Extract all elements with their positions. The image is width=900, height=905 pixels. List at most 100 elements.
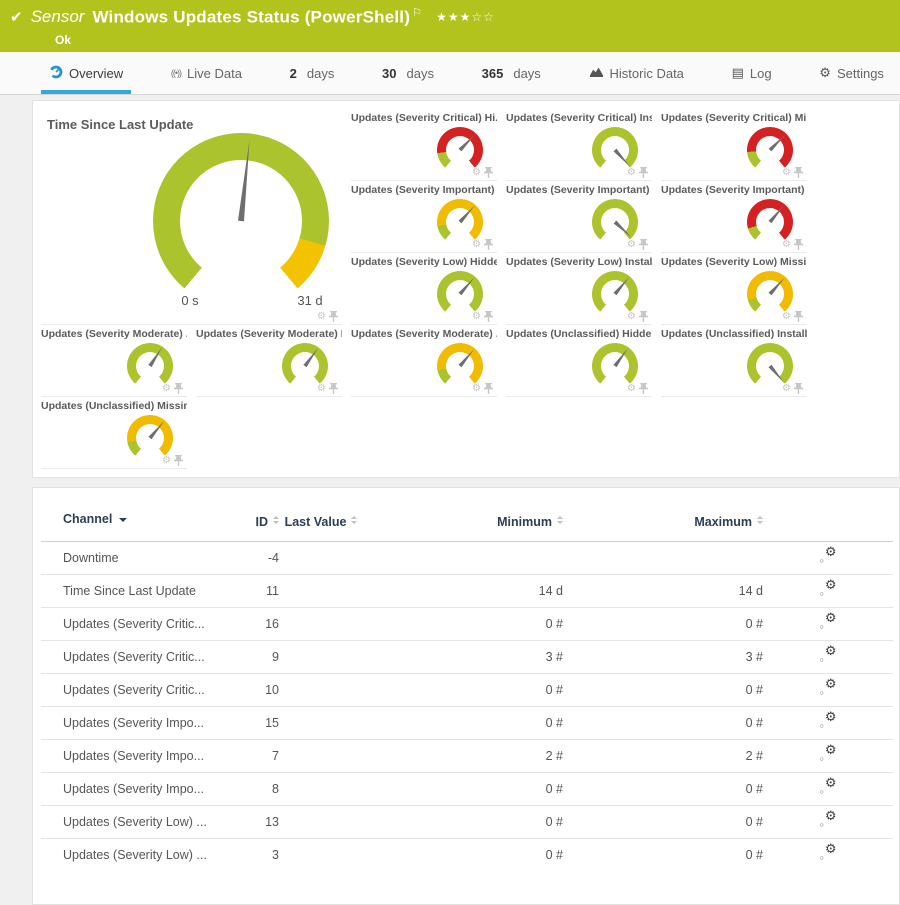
channel-name-cell[interactable]: Updates (Severity Impo... (41, 773, 231, 806)
pin-icon[interactable] (639, 239, 648, 250)
channel-settings-icon[interactable]: ⚙○ (820, 582, 837, 597)
channel-settings-icon[interactable]: ⚙○ (820, 846, 837, 861)
pin-icon[interactable] (639, 383, 648, 394)
pin-icon[interactable] (794, 239, 803, 250)
channel-settings-icon[interactable]: ⚙○ (820, 549, 837, 564)
gauge-tools: ⚙ (317, 383, 338, 394)
channel-name-cell[interactable]: Updates (Severity Critic... (41, 608, 231, 641)
sensor-tabbar: Overview ((•)) Live Data 2 days 30 days … (0, 52, 900, 95)
gauge-settings-icon[interactable]: ⚙ (472, 239, 481, 250)
channel-name-cell[interactable]: Updates (Severity Critic... (41, 674, 231, 707)
pin-icon[interactable] (794, 383, 803, 394)
column-header-maximum[interactable]: Maximum (563, 512, 763, 542)
gauge-settings-icon[interactable]: ⚙ (627, 239, 636, 250)
pin-icon[interactable] (174, 383, 183, 394)
pin-icon[interactable] (639, 167, 648, 178)
sort-caret-icon (119, 518, 127, 526)
channel-id-cell: 11 (231, 575, 279, 608)
channel-settings-icon[interactable]: ⚙○ (820, 780, 837, 795)
channel-settings-icon[interactable]: ⚙○ (820, 714, 837, 729)
channel-name-cell[interactable]: Time Since Last Update (41, 575, 231, 608)
tab-live-data[interactable]: ((•)) Live Data (167, 52, 246, 94)
channel-name-cell[interactable]: Updates (Severity Low) ... (41, 806, 231, 839)
pin-icon[interactable] (329, 383, 338, 394)
channel-settings-icon[interactable]: ⚙○ (820, 648, 837, 663)
gauge-settings-icon[interactable]: ⚙ (782, 167, 791, 178)
column-header-channel[interactable]: Channel (41, 512, 231, 542)
gauge-cell: Updates (Severity Critical) Ins... ⚙ (506, 109, 652, 181)
gauge-settings-icon[interactable]: ⚙ (627, 167, 636, 178)
channel-last-value-cell (279, 806, 363, 839)
sensor-header: ✔ Sensor Windows Updates Status (PowerSh… (0, 0, 900, 52)
channel-maximum-cell: 14 d (563, 575, 763, 608)
gauge-settings-icon[interactable]: ⚙ (627, 383, 636, 394)
tab-settings[interactable]: ⚙ Settings (815, 52, 888, 94)
channel-id-cell: 10 (231, 674, 279, 707)
channel-name-cell[interactable]: Updates (Severity Low) ... (41, 839, 231, 872)
tab-2-days[interactable]: 2 days (286, 52, 339, 94)
channel-minimum-cell: 0 # (363, 806, 563, 839)
sort-icon (557, 513, 563, 527)
tab-log[interactable]: ▤ Log (728, 52, 776, 94)
pin-icon[interactable] (329, 311, 338, 322)
column-header-id[interactable]: ID (231, 512, 279, 542)
table-row: Updates (Severity Impo... 7 2 # 2 # ⚙○ (41, 740, 893, 773)
gauge-settings-icon[interactable]: ⚙ (782, 383, 791, 394)
channel-last-value-cell (279, 641, 363, 674)
gauge-settings-icon[interactable]: ⚙ (472, 383, 481, 394)
gauge-settings-icon[interactable]: ⚙ (472, 167, 481, 178)
channel-gauge-title: Updates (Unclassified) Hidden (506, 325, 652, 340)
channel-settings-icon[interactable]: ⚙○ (820, 747, 837, 762)
priority-stars[interactable]: ★★★☆☆ (436, 10, 495, 24)
gauge-cell: Updates (Unclassified) Install... ⚙ (661, 325, 807, 397)
channel-settings-icon[interactable]: ⚙○ (820, 813, 837, 828)
channel-minimum-cell: 0 # (363, 839, 563, 872)
channel-name-cell[interactable]: Downtime (41, 542, 231, 575)
gauge-settings-icon[interactable]: ⚙ (782, 239, 791, 250)
channel-gauge-title: Updates (Severity Critical) Mi... (661, 109, 807, 124)
gauge-cell: Updates (Unclassified) Hidden ⚙ (506, 325, 652, 397)
channel-name-cell[interactable]: Updates (Severity Impo... (41, 707, 231, 740)
pin-icon[interactable] (794, 311, 803, 322)
gauge-icon (49, 65, 63, 82)
gauge-settings-icon[interactable]: ⚙ (627, 311, 636, 322)
pin-icon[interactable] (484, 311, 493, 322)
channel-maximum-cell: 0 # (563, 707, 763, 740)
pin-icon[interactable] (174, 455, 183, 466)
channel-settings-icon[interactable]: ⚙○ (820, 615, 837, 630)
channel-name-cell[interactable]: Updates (Severity Impo... (41, 740, 231, 773)
channel-name-cell[interactable]: Updates (Severity Critic... (41, 641, 231, 674)
gauge-settings-icon[interactable]: ⚙ (782, 311, 791, 322)
tab-overview[interactable]: Overview (45, 52, 127, 94)
channel-gauge-title: Updates (Severity Critical) Hi... (351, 109, 497, 124)
gauge-settings-icon[interactable]: ⚙ (162, 383, 171, 394)
pin-icon[interactable] (639, 311, 648, 322)
tab-30-days[interactable]: 30 days (378, 52, 438, 94)
channel-gauge-title: Updates (Severity Moderate) ... (351, 325, 497, 340)
gauge-settings-icon[interactable]: ⚙ (162, 455, 171, 466)
primary-gauge (153, 133, 329, 309)
table-row: Updates (Severity Low) ... 3 0 # 0 # ⚙○ (41, 839, 893, 872)
table-row: Updates (Severity Critic... 9 3 # 3 # ⚙○ (41, 641, 893, 674)
pin-icon[interactable] (484, 167, 493, 178)
pin-icon[interactable] (794, 167, 803, 178)
gauge-tools: ⚙ (317, 311, 338, 322)
gauge-tools: ⚙ (627, 383, 648, 394)
gauge-tools: ⚙ (162, 455, 183, 466)
sensor-status-badge: Ok (55, 33, 890, 47)
gauge-settings-icon[interactable]: ⚙ (317, 311, 326, 322)
gauge-tools: ⚙ (782, 311, 803, 322)
gauge-cell: Updates (Unclassified) Missing ⚙ (41, 397, 187, 469)
channel-maximum-cell: 0 # (563, 806, 763, 839)
pin-icon[interactable] (484, 383, 493, 394)
tab-365-days[interactable]: 365 days (478, 52, 545, 94)
channel-id-cell: 8 (231, 773, 279, 806)
column-header-last-value[interactable]: Last Value (279, 512, 363, 542)
gauge-settings-icon[interactable]: ⚙ (472, 311, 481, 322)
gauge-cell: Updates (Severity Critical) Mi... ⚙ (661, 109, 807, 181)
gauge-settings-icon[interactable]: ⚙ (317, 383, 326, 394)
pin-icon[interactable] (484, 239, 493, 250)
column-header-minimum[interactable]: Minimum (363, 512, 563, 542)
channel-settings-icon[interactable]: ⚙○ (820, 681, 837, 696)
tab-historic-data[interactable]: Historic Data (585, 52, 688, 94)
